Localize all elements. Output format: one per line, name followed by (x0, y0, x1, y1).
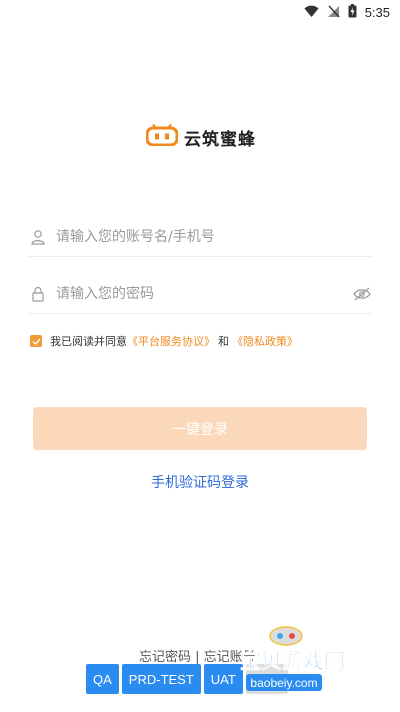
agree-checkbox[interactable] (30, 335, 42, 347)
agreement-prefix: 我已阅读并同意 (50, 335, 127, 348)
account-input[interactable] (56, 228, 372, 245)
no-signal-icon (327, 3, 340, 22)
sms-login-link[interactable]: 手机验证码登录 (0, 472, 400, 492)
env-button-qa[interactable]: QA (86, 664, 119, 694)
battery-charging-icon (348, 3, 357, 22)
env-button-pro[interactable]: PRO (245, 664, 289, 694)
agreement-and: 和 (218, 335, 229, 348)
env-button-prd-test[interactable]: PRD-TEST (121, 664, 201, 694)
password-input[interactable] (56, 285, 352, 302)
bee-logo-icon (145, 123, 179, 150)
password-field[interactable] (28, 274, 372, 314)
privacy-policy-link[interactable]: 《隐私政策》 (232, 333, 298, 349)
env-switcher: QA PRD-TEST UAT PRO (86, 664, 289, 694)
env-button-uat[interactable]: UAT (203, 664, 243, 694)
eye-closed-icon[interactable] (352, 284, 372, 304)
app-logo: 云筑蜜蜂 (145, 123, 256, 150)
status-time: 5:35 (364, 5, 390, 20)
status-bar: 5:35 (0, 0, 400, 24)
forgot-links[interactable]: 忘记密码 | 忘记账号 (139, 646, 256, 665)
agreement-row: 我已阅读并同意 《平台服务协议》 和 《隐私政策》 (30, 333, 298, 349)
account-field[interactable] (28, 217, 372, 257)
platform-agreement-link[interactable]: 《平台服务协议》 (127, 333, 215, 349)
lock-icon (28, 284, 48, 304)
app-title: 云筑蜜蜂 (184, 129, 256, 150)
wifi-icon (304, 3, 319, 22)
user-icon (28, 227, 48, 247)
one-click-login-button[interactable]: 一键登录 (33, 407, 367, 450)
